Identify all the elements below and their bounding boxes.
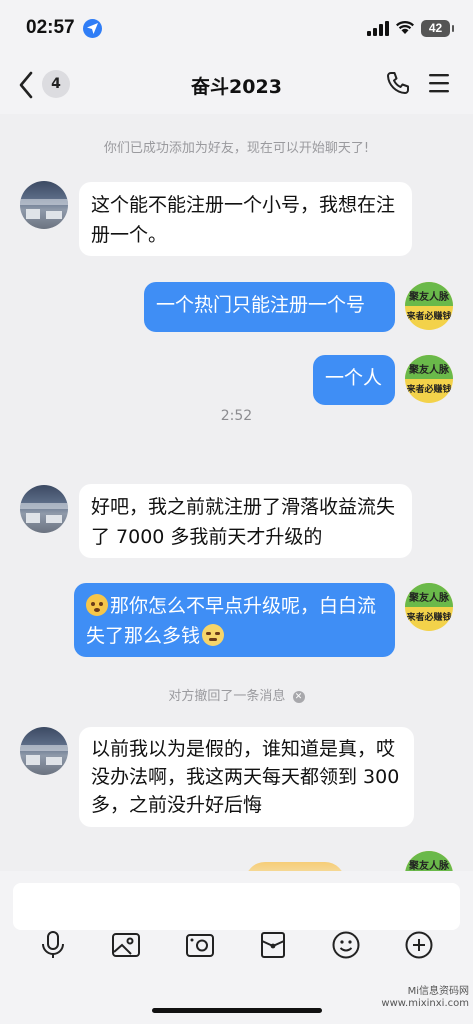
phone-call-icon[interactable] — [385, 70, 411, 96]
message-input[interactable] — [13, 883, 460, 930]
menu-icon[interactable] — [428, 72, 450, 94]
message-bubble-incoming[interactable]: 以前我以为是假的，谁知道是真，哎没办法啊，我这两天每天都领到 300 多，之前没… — [79, 727, 414, 827]
avatar-text-line2: 来者必赚钱 — [406, 385, 452, 395]
worried-face-icon — [86, 594, 108, 616]
watermark: Mi信息资码网 www.mixinxi.com — [381, 986, 469, 1010]
home-indicator — [152, 1008, 322, 1013]
my-avatar[interactable]: 聚友人脉 来者必赚钱 — [405, 583, 453, 631]
camera-icon[interactable] — [185, 930, 215, 960]
recall-notice-text: 对方撤回了一条消息 — [168, 689, 286, 704]
wifi-icon — [396, 20, 414, 34]
avatar-text-line1: 聚友人脉 — [409, 365, 449, 376]
avatar-text-line2: 来者必赚钱 — [406, 312, 452, 322]
avatar-text-line1: 聚友人脉 — [409, 861, 449, 871]
system-friend-added-notice: 你们已成功添加为好友，现在可以开始聊天了! — [103, 141, 370, 156]
avatar-text-line2: 来者必赚钱 — [406, 613, 452, 623]
watermark-line2: www.mixinxi.com — [381, 998, 469, 1009]
my-avatar[interactable]: 聚友人脉 — [405, 851, 453, 871]
timestamp: 2:52 — [220, 408, 253, 424]
status-bar: 02:57 42 — [0, 0, 473, 58]
image-icon[interactable] — [111, 930, 141, 960]
message-bubble-outgoing[interactable]: 一个热门只能注册一个号 — [144, 282, 395, 332]
smirk-face-icon — [202, 624, 225, 646]
message-text: 那你怎么不早点升级呢，白白流失了那么多钱 — [86, 595, 377, 647]
microphone-icon[interactable] — [38, 930, 68, 960]
status-time: 02:57 — [26, 17, 75, 38]
recall-notice: 对方撤回了一条消息 ✕ — [0, 685, 473, 704]
avatar-text-line1: 聚友人脉 — [409, 593, 449, 604]
watermark-line1: Mi信息资码网 — [407, 986, 469, 997]
message-bubble-incoming[interactable]: 好吧，我之前就注册了滑落收益流失了 7000 多我前天才升级的 — [79, 484, 412, 558]
message-bubble-outgoing[interactable]: 一个人 — [313, 355, 395, 405]
contact-avatar[interactable] — [20, 485, 68, 533]
location-arrow-icon — [83, 19, 102, 38]
close-circle-icon[interactable]: ✕ — [292, 691, 305, 703]
cellular-signal-icon — [367, 21, 389, 36]
message-bubble-incoming[interactable]: 这个能不能注册一个小号，我想在注册一个。 — [79, 182, 412, 256]
chat-message-list[interactable]: 你们已成功添加为好友，现在可以开始聊天了! 这个能不能注册一个小号，我想在注册一… — [0, 114, 473, 871]
emoji-icon[interactable] — [331, 930, 361, 960]
my-avatar[interactable]: 聚友人脉 来者必赚钱 — [405, 282, 453, 330]
my-avatar[interactable]: 聚友人脉 来者必赚钱 — [405, 355, 453, 403]
plus-icon[interactable] — [404, 930, 434, 960]
message-bubble-outgoing[interactable]: 那你怎么不早点升级呢，白白流失了那么多钱 — [74, 583, 395, 657]
avatar-text-line1: 聚友人脉 — [409, 292, 449, 303]
contact-avatar[interactable] — [20, 181, 68, 229]
battery-icon: 42 — [421, 20, 454, 37]
contact-avatar[interactable] — [20, 727, 68, 775]
red-packet-icon[interactable] — [258, 930, 288, 960]
